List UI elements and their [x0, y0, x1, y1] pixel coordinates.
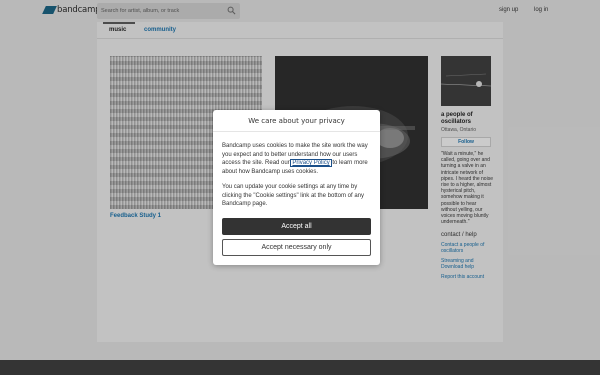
privacy-policy-link[interactable]: Privacy Policy: [290, 159, 332, 167]
cookie-consent-dialog: We care about your privacy Bandcamp uses…: [213, 110, 380, 265]
cookie-settings-note: You can update your cookie settings at a…: [222, 184, 364, 207]
cookie-explanation: Bandcamp uses cookies to make the site w…: [222, 142, 374, 176]
accept-necessary-button[interactable]: Accept necessary only: [222, 239, 371, 256]
dialog-title: We care about your privacy: [248, 117, 345, 125]
accept-all-button[interactable]: Accept all: [222, 218, 371, 235]
dialog-divider: [213, 131, 380, 132]
